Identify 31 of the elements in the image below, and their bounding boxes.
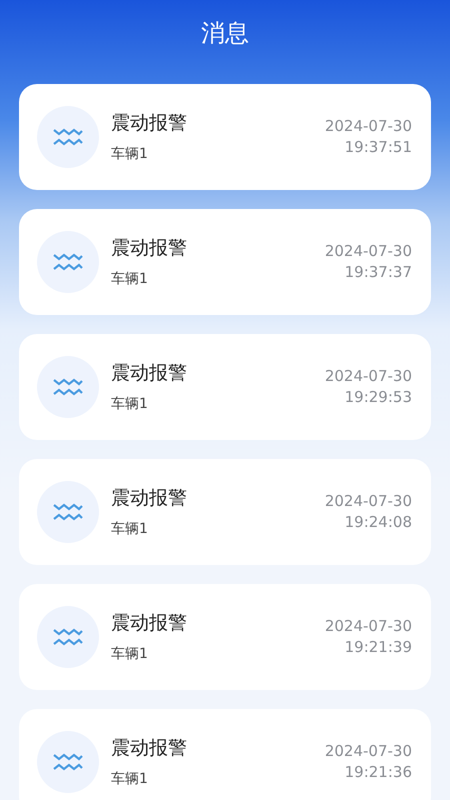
message-title: 震动报警 [111, 486, 188, 511]
message-card[interactable]: 震动报警 车辆1 2024-07-30 19:21:39 [19, 584, 431, 690]
message-title: 震动报警 [111, 111, 188, 136]
message-title: 震动报警 [111, 361, 188, 386]
vehicle-name: 车辆1 [111, 395, 149, 414]
message-time: 19:37:51 [344, 137, 412, 158]
message-date: 2024-07-30 [324, 616, 412, 637]
vehicle-name: 车辆1 [111, 770, 149, 789]
page-title: 消息 [201, 18, 249, 49]
message-title: 震动报警 [111, 611, 188, 636]
vehicle-name: 车辆1 [111, 145, 149, 164]
vehicle-name: 车辆1 [111, 520, 149, 539]
message-date: 2024-07-30 [324, 741, 412, 762]
message-card[interactable]: 震动报警 车辆1 2024-07-30 19:24:08 [19, 459, 431, 565]
message-time: 19:21:36 [344, 762, 412, 783]
message-time: 19:24:08 [344, 512, 412, 533]
message-card[interactable]: 震动报警 车辆1 2024-07-30 19:29:53 [19, 334, 431, 440]
vehicle-name: 车辆1 [111, 270, 149, 289]
message-date: 2024-07-30 [324, 116, 412, 137]
message-date: 2024-07-30 [324, 491, 412, 512]
message-date: 2024-07-30 [324, 366, 412, 387]
message-title: 震动报警 [111, 236, 188, 261]
message-time: 19:29:53 [344, 387, 412, 408]
message-title: 震动报警 [111, 736, 188, 761]
message-card[interactable]: 震动报警 车辆1 2024-07-30 19:21:36 [19, 709, 431, 800]
message-date: 2024-07-30 [324, 241, 412, 262]
message-card[interactable]: 震动报警 车辆1 2024-07-30 19:37:37 [19, 209, 431, 315]
vehicle-name: 车辆1 [111, 645, 149, 664]
message-time: 19:37:37 [344, 262, 412, 283]
message-card[interactable]: 震动报警 车辆1 2024-07-30 19:37:51 [19, 84, 431, 190]
message-time: 19:21:39 [344, 637, 412, 658]
